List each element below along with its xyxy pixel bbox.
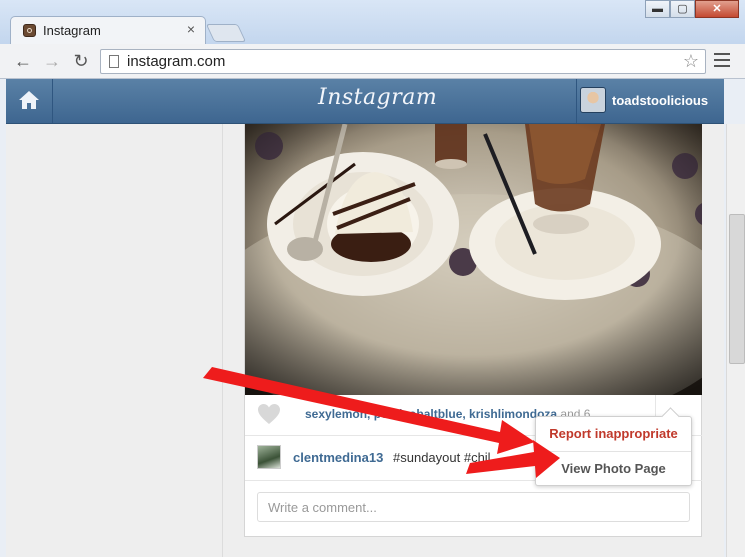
heart-icon xyxy=(258,404,280,424)
options-dropdown: Report inappropriate View Photo Page xyxy=(535,416,692,486)
maximize-button[interactable]: ▢ xyxy=(670,0,695,18)
bookmark-star-icon[interactable]: ☆ xyxy=(683,51,699,72)
commenter-avatar[interactable] xyxy=(257,445,281,469)
like-button[interactable] xyxy=(257,403,281,425)
browser-tab[interactable]: Instagram × xyxy=(10,16,206,44)
window-titlebar: Instagram × ▬ ▢ ✕ xyxy=(0,0,745,44)
comment-username[interactable]: clentmedina13 xyxy=(293,450,383,465)
report-inappropriate-menu-item[interactable]: Report inappropriate xyxy=(536,417,691,452)
home-icon xyxy=(19,91,39,109)
page-icon xyxy=(109,55,119,68)
instagram-logo[interactable]: Instagram xyxy=(318,85,437,110)
instagram-header: Instagram toadstoolicious xyxy=(6,79,724,124)
browser-toolbar: ← → ↻ instagram.com ☆ xyxy=(0,44,745,79)
browser-menu-icon[interactable] xyxy=(714,53,730,67)
divider xyxy=(222,124,223,557)
comment-text: #sundayout #chil xyxy=(393,450,491,465)
new-tab-button[interactable] xyxy=(205,24,247,42)
comment-input[interactable] xyxy=(257,492,690,522)
tab-close-icon[interactable]: × xyxy=(187,21,195,37)
reload-button[interactable]: ↻ xyxy=(70,50,92,72)
tab-title: Instagram xyxy=(43,23,101,38)
url-text[interactable]: instagram.com xyxy=(127,53,225,70)
minimize-button[interactable]: ▬ xyxy=(645,0,670,18)
post-photo[interactable] xyxy=(245,124,702,395)
username: toadstoolicious xyxy=(612,93,709,108)
scrollbar[interactable] xyxy=(726,124,745,557)
avatar xyxy=(580,87,606,113)
window-controls: ▬ ▢ ✕ xyxy=(645,0,739,18)
likers-names[interactable]: sexylemon, pearlcobaltblue, krishlimondo… xyxy=(305,407,557,421)
address-bar[interactable]: instagram.com ☆ xyxy=(100,49,706,74)
user-menu[interactable]: toadstoolicious xyxy=(576,79,727,123)
forward-button[interactable]: → xyxy=(41,50,63,72)
back-button[interactable]: ← xyxy=(12,50,34,72)
scrollbar-thumb[interactable] xyxy=(729,214,745,364)
instagram-favicon-icon xyxy=(23,24,36,37)
close-window-button[interactable]: ✕ xyxy=(695,0,739,18)
home-button[interactable] xyxy=(6,79,53,123)
view-photo-page-menu-item[interactable]: View Photo Page xyxy=(536,452,691,486)
dessert-photo-image xyxy=(245,124,702,395)
